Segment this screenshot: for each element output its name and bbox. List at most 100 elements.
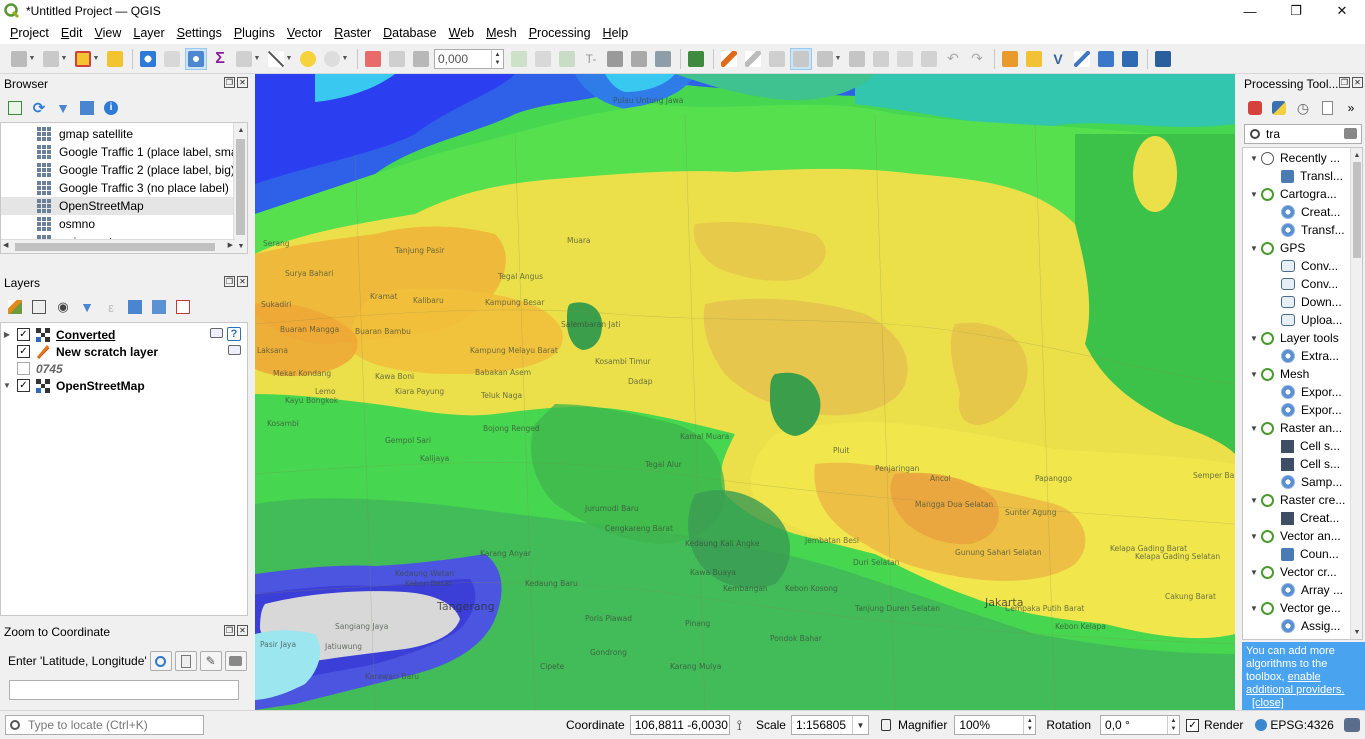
style-button[interactable] — [6, 298, 24, 316]
remove-layer-button[interactable] — [174, 298, 192, 316]
menu-project[interactable]: Project — [4, 26, 55, 40]
coordinate-input[interactable] — [9, 680, 239, 700]
collapse-arrow-icon[interactable]: ▼ — [1247, 190, 1261, 199]
label-rotation-spinbox[interactable]: 0,000 ▲ ▼ — [434, 48, 504, 69]
toggle-editing-button[interactable] — [718, 48, 740, 70]
add-feature-button[interactable] — [790, 47, 812, 70]
scale-combobox[interactable]: 1:156805 ▼ — [790, 715, 869, 735]
spin-arrows-icon[interactable]: ▲ ▼ — [491, 49, 503, 68]
menu-help[interactable]: Help — [597, 26, 635, 40]
copy-button[interactable] — [894, 48, 916, 70]
collapse-arrow-icon[interactable]: ▼ — [1247, 532, 1261, 541]
coordinate-field[interactable]: 106,8811 -6,0030 — [629, 715, 730, 735]
collapse-all-layers-button[interactable] — [150, 298, 168, 316]
browser-item[interactable]: Google Traffic 2 (place label, big) — [1, 161, 247, 179]
chevron-down-icon[interactable]: ▼ — [851, 716, 868, 734]
plugin-b-button[interactable] — [1119, 48, 1141, 70]
map-canvas[interactable]: Serang Surya Bahari Tanjung Pasir Tegal Ang… — [255, 74, 1235, 710]
attribute-table-button[interactable] — [161, 48, 183, 70]
close-info-link[interactable]: [close] — [1252, 697, 1284, 709]
provider-group[interactable]: ▼ Vector an... — [1243, 527, 1362, 545]
provider-group[interactable]: ▼ Cartogra... — [1243, 185, 1362, 203]
provider-group[interactable]: ▼ Vector ge... — [1243, 599, 1362, 617]
menu-edit[interactable]: Edit — [55, 26, 89, 40]
plugin-c-button[interactable] — [1152, 48, 1174, 70]
rotation-spinbox[interactable]: 0,0 ° ▲ ▼ — [1100, 715, 1181, 735]
provider-group[interactable]: ▼ GPS — [1243, 239, 1362, 257]
clipboard-button[interactable] — [174, 651, 197, 671]
extents-toggle-icon[interactable]: ⟟ — [737, 717, 742, 734]
close-panel-icon[interactable]: ✕ — [237, 77, 248, 88]
label-move-button[interactable] — [508, 48, 530, 70]
restore-button[interactable]: ❐ — [1273, 0, 1319, 22]
collapse-arrow-icon[interactable]: ▼ — [1247, 154, 1261, 163]
close-panel-icon[interactable]: ✕ — [237, 276, 248, 287]
scripts-button[interactable] — [1270, 99, 1288, 117]
label-edit-button[interactable] — [532, 48, 554, 70]
minimize-button[interactable]: — — [1227, 0, 1273, 22]
messages-button[interactable] — [1343, 718, 1360, 732]
add-group-button[interactable] — [30, 298, 48, 316]
render-checkbox[interactable]: ✓ — [1186, 718, 1200, 732]
processing-search[interactable]: tra — [1244, 124, 1362, 144]
models-button[interactable] — [1246, 99, 1264, 117]
processing-vscroll[interactable]: ▲ ▼ — [1350, 148, 1362, 639]
algorithm-item[interactable]: Creat... — [1243, 509, 1362, 527]
more-tools-button[interactable]: » — [1342, 99, 1360, 117]
digitize-toolbar-button[interactable]: ▼ — [8, 48, 38, 70]
processing-tree[interactable]: ▼ Recently ... Transl... ▼ Cartogra... Creat.… — [1242, 147, 1363, 640]
browser-item[interactable]: osmno — [1, 215, 247, 233]
provider-group[interactable]: ▼ Mesh — [1243, 365, 1362, 383]
provider-group[interactable]: ▼ Vector cr... — [1243, 563, 1362, 581]
float-panel-icon[interactable]: ❐ — [224, 625, 235, 636]
provider-group[interactable]: ▼ Layer tools — [1243, 329, 1362, 347]
browser-item[interactable]: OpenStreetMap — [1, 197, 247, 215]
collapse-arrow-icon[interactable]: ▼ — [1247, 244, 1261, 253]
cut-button[interactable] — [870, 48, 892, 70]
vertex-tool-button[interactable]: ▼ — [814, 48, 844, 70]
text-annotation-button[interactable]: T- — [580, 48, 602, 70]
save-layer-edits-button[interactable] — [766, 48, 788, 70]
collapse-all-button[interactable] — [78, 99, 96, 117]
plugin-manager-button[interactable] — [999, 48, 1021, 70]
expand-all-button[interactable] — [126, 298, 144, 316]
layer-visibility-checkbox[interactable]: ✓ — [17, 345, 30, 358]
layer-openstreetmap[interactable]: ▼ ✓ OpenStreetMap — [1, 377, 247, 394]
zoom-button[interactable] — [149, 651, 172, 671]
menu-view[interactable]: View — [88, 26, 127, 40]
settings-button[interactable]: ✎ — [199, 651, 222, 671]
menu-mesh[interactable]: Mesh — [480, 26, 523, 40]
algorithm-item[interactable]: Uploa... — [1243, 311, 1362, 329]
algorithm-item[interactable]: Down... — [1243, 293, 1362, 311]
menu-settings[interactable]: Settings — [171, 26, 228, 40]
collapse-arrow-icon[interactable]: ▼ — [1247, 334, 1261, 343]
crs-button[interactable]: EPSG:4326 — [1255, 718, 1334, 732]
browser-tree[interactable]: gmap satellite Google Traffic 1 (place la… — [0, 122, 248, 254]
browser-vscroll[interactable]: ▲ ▼ — [233, 123, 247, 253]
layer-0745[interactable]: 0745 — [1, 360, 247, 377]
browser-item[interactable]: Google Traffic 1 (place label, smal — [1, 143, 247, 161]
float-panel-icon[interactable]: ❐ — [224, 77, 235, 88]
label-show-button[interactable] — [410, 48, 432, 70]
filter-legend-button[interactable]: ▼ — [78, 298, 96, 316]
save-edits-button[interactable] — [685, 48, 707, 70]
clear-search-icon[interactable] — [1344, 128, 1357, 139]
select-features-button[interactable]: ▼ — [72, 48, 102, 70]
algorithm-item[interactable]: Transl... — [1243, 167, 1362, 185]
layer-new-scratch-layer[interactable]: ✓ New scratch layer — [1, 343, 247, 360]
digitize-line-button[interactable] — [1071, 48, 1093, 70]
info-button[interactable]: i — [102, 99, 120, 117]
label-button[interactable] — [362, 48, 384, 70]
lock-scale-icon[interactable] — [880, 719, 891, 731]
browser-hscroll[interactable]: ◀ ▶ — [1, 239, 235, 253]
algorithm-item[interactable]: Creat... — [1243, 203, 1362, 221]
locate-button[interactable]: ▼ — [321, 48, 351, 70]
identify-button[interactable] — [137, 48, 159, 70]
layer-visibility-checkbox[interactable]: ✓ — [17, 328, 30, 341]
collapse-arrow-icon[interactable]: ▼ — [1, 381, 13, 390]
python-console-button[interactable] — [1023, 48, 1045, 70]
menu-raster[interactable]: Raster — [328, 26, 377, 40]
algorithm-item[interactable]: Samp... — [1243, 473, 1362, 491]
algorithm-item[interactable]: Expor... — [1243, 383, 1362, 401]
provider-group[interactable]: ▼ Recently ... — [1243, 149, 1362, 167]
